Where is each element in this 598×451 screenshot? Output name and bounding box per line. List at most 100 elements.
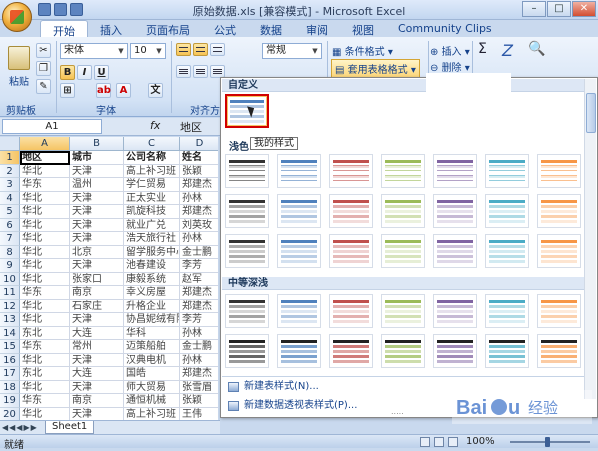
table-cell[interactable]: 赵军 — [180, 273, 218, 286]
table-cell[interactable]: 郑建杰 — [180, 178, 218, 192]
tab-3[interactable]: 公式 — [202, 20, 248, 37]
page-layout-view-icon[interactable] — [434, 437, 444, 447]
light-table-style[interactable] — [485, 234, 529, 268]
light-table-style[interactable] — [381, 194, 425, 228]
table-cell[interactable]: 天津 — [70, 164, 124, 178]
tab-6[interactable]: 视图 — [340, 20, 386, 37]
light-table-style[interactable] — [277, 154, 321, 188]
name-box[interactable]: A1 — [2, 119, 102, 134]
find-icon[interactable]: 🔍 — [528, 41, 545, 57]
font-color-icon[interactable]: A — [116, 83, 131, 98]
row-header[interactable]: 8 — [0, 245, 20, 259]
light-table-style[interactable] — [433, 194, 477, 228]
table-cell[interactable]: 华北 — [20, 313, 70, 327]
scrollbar-thumb[interactable] — [586, 93, 596, 133]
gallery-scrollbar[interactable] — [584, 79, 596, 399]
bold-button[interactable]: B — [60, 65, 75, 80]
table-cell[interactable]: 李芳 — [180, 259, 218, 273]
table-cell[interactable]: 通恒机械 — [124, 394, 180, 408]
table-cell[interactable]: 天津 — [70, 191, 124, 205]
font-size-select[interactable]: 10 ▼ — [130, 43, 166, 59]
row-header[interactable]: 13 — [0, 313, 20, 327]
tab-5[interactable]: 审阅 — [294, 20, 340, 37]
medium-table-style[interactable] — [277, 294, 321, 328]
table-cell[interactable]: 孙林 — [180, 327, 218, 340]
row-header[interactable]: 14 — [0, 326, 20, 340]
align-top-icon[interactable] — [176, 43, 191, 56]
custom-table-style[interactable] — [225, 94, 269, 128]
medium-table-style[interactable] — [225, 334, 269, 368]
sheet-nav-arrows-icon[interactable]: ◀◀◀▶▶ — [2, 423, 38, 432]
number-format-select[interactable]: 常规 ▼ — [262, 43, 322, 59]
medium-table-style[interactable] — [433, 334, 477, 368]
table-cell[interactable]: 郑建杰 — [180, 300, 218, 313]
row-header[interactable]: 3 — [0, 178, 20, 192]
table-cell[interactable]: 凯旋科技 — [124, 205, 180, 219]
table-cell[interactable]: 华北 — [20, 245, 70, 259]
font-name-select[interactable]: 宋体 ▼ — [60, 43, 128, 59]
table-cell[interactable]: 郑建杰 — [180, 367, 218, 381]
table-cell[interactable]: 师大贸易 — [124, 380, 180, 394]
row-header[interactable]: 16 — [0, 353, 20, 367]
row-header[interactable]: 11 — [0, 286, 20, 300]
row-header[interactable]: 1 — [0, 151, 20, 165]
page-break-view-icon[interactable] — [448, 437, 458, 447]
table-cell[interactable]: 华北 — [20, 380, 70, 394]
header-cell[interactable]: 公司名称 — [124, 151, 180, 165]
table-cell[interactable]: 天津 — [70, 218, 124, 232]
medium-table-style[interactable] — [329, 294, 373, 328]
light-table-style[interactable] — [485, 194, 529, 228]
normal-view-icon[interactable] — [420, 437, 430, 447]
row-header[interactable]: 2 — [0, 164, 20, 178]
table-cell[interactable]: 国皓 — [124, 367, 180, 381]
align-middle-icon[interactable] — [193, 43, 208, 56]
table-cell[interactable]: 郑建杰 — [180, 205, 218, 219]
medium-table-style[interactable] — [537, 294, 581, 328]
delete-cells-button[interactable]: ⊖ 删除 ▾ — [430, 59, 470, 74]
table-cell[interactable]: 协昌妮绒有限 — [124, 313, 180, 327]
highlight-icon[interactable]: ab — [96, 83, 111, 98]
paste-button[interactable]: 粘贴 — [4, 43, 34, 99]
row-header[interactable]: 4 — [0, 191, 20, 205]
table-cell[interactable]: 升格企业 — [124, 299, 180, 313]
table-cell[interactable]: 华北 — [20, 164, 70, 178]
medium-table-style[interactable] — [537, 334, 581, 368]
table-cell[interactable]: 浩天旅行社 — [124, 232, 180, 246]
medium-table-style[interactable] — [433, 294, 477, 328]
light-table-style[interactable] — [277, 194, 321, 228]
table-cell[interactable]: 华东 — [20, 286, 70, 300]
select-all-corner[interactable] — [0, 137, 20, 151]
row-header[interactable]: 12 — [0, 299, 20, 313]
tab-7[interactable]: Community Clips — [386, 20, 504, 37]
table-cell[interactable]: 留学服务中心 — [124, 245, 180, 259]
table-cell[interactable]: 张家口 — [70, 272, 124, 286]
zoom-level[interactable]: 100% — [466, 436, 495, 447]
table-cell[interactable]: 大连 — [70, 367, 124, 381]
minimize-button[interactable]: – — [522, 1, 546, 17]
column-header[interactable]: A — [20, 137, 70, 151]
table-cell[interactable]: 汉典电机 — [124, 353, 180, 367]
table-cell[interactable]: 华北 — [20, 232, 70, 246]
row-header[interactable]: 20 — [0, 407, 20, 420]
table-cell[interactable]: 张颖 — [180, 394, 218, 408]
table-cell[interactable]: 华北 — [20, 407, 70, 420]
table-cell[interactable]: 幸义房屋 — [124, 286, 180, 300]
table-cell[interactable]: 正太实业 — [124, 191, 180, 205]
maximize-button[interactable]: □ — [547, 1, 571, 17]
table-cell[interactable]: 就业广兑 — [124, 218, 180, 232]
conditional-format-button[interactable]: ▦ 条件格式 ▾ — [332, 43, 393, 58]
table-cell[interactable]: 李芳 — [180, 313, 218, 327]
table-cell[interactable]: 刘英玫 — [180, 219, 218, 232]
table-cell[interactable]: 大连 — [70, 326, 124, 340]
sort-filter-button[interactable]: Z — [502, 41, 513, 60]
table-cell[interactable]: 华北 — [20, 259, 70, 273]
table-cell[interactable]: 天津 — [70, 380, 124, 394]
row-header[interactable]: 9 — [0, 259, 20, 273]
table-cell[interactable]: 北京 — [70, 245, 124, 259]
table-cell[interactable]: 天津 — [70, 353, 124, 367]
light-table-style[interactable] — [277, 234, 321, 268]
medium-table-style[interactable] — [485, 294, 529, 328]
row-header[interactable]: 6 — [0, 218, 20, 232]
table-cell[interactable]: 华东 — [20, 178, 70, 192]
light-table-style[interactable] — [225, 234, 269, 268]
